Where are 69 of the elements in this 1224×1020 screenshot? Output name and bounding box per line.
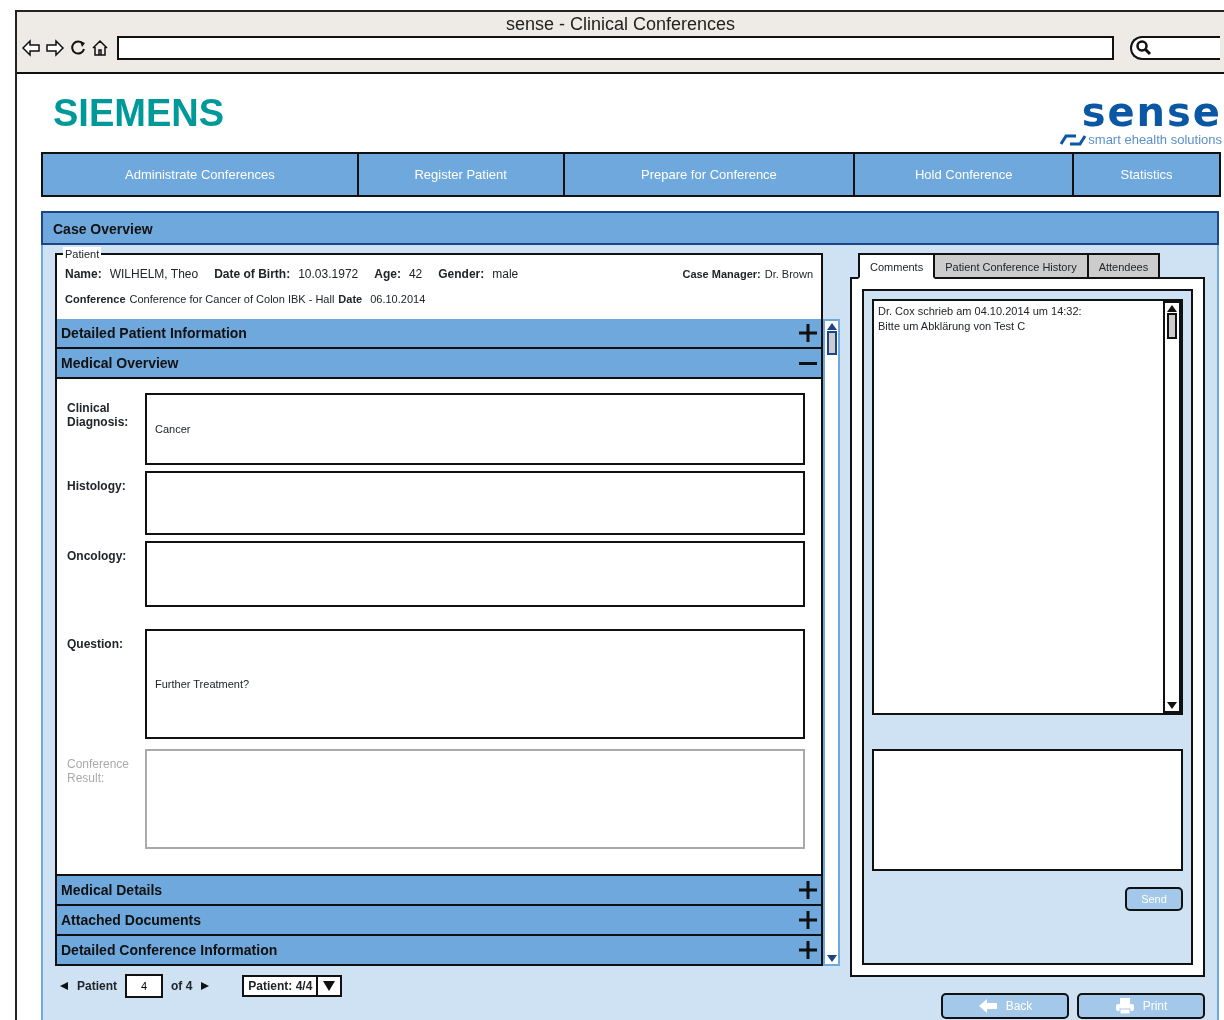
back-icon[interactable] (21, 38, 41, 58)
expand-icon[interactable] (799, 324, 817, 342)
page-field[interactable]: 4 (125, 974, 163, 998)
dropdown-caret-icon (322, 980, 337, 992)
section-header[interactable]: Attached Documents (55, 904, 823, 936)
expand-icon[interactable] (799, 941, 817, 959)
tab[interactable]: Attendees (1086, 253, 1161, 279)
patient-legend: Patient (63, 247, 102, 261)
expand-icon[interactable] (799, 911, 817, 929)
scrollbar-thumb[interactable] (826, 331, 837, 355)
field-label: Date (338, 292, 363, 307)
tab[interactable]: Comments (858, 253, 936, 279)
text-area[interactable] (145, 471, 805, 535)
field-label: Histology: (67, 478, 127, 495)
patient-select[interactable]: Patient: 4/4 (242, 975, 343, 997)
logo-tagline: smart ehealth solutions (1088, 131, 1222, 149)
field-label: Conference Result: (67, 756, 131, 787)
window-title: sense - Clinical Conferences (504, 13, 737, 36)
pager-label: Patient (77, 978, 117, 995)
field-value: Conference for Cancer of Colon IBK - Hall (129, 292, 335, 307)
home-icon[interactable] (91, 39, 109, 57)
field-value: WILHELM, Theo (109, 266, 199, 283)
address-field[interactable] (117, 36, 1114, 60)
chain-link-icon (1058, 133, 1089, 146)
section-header[interactable]: Detailed Conference Information (55, 934, 823, 966)
field-label: Clinical Diagnosis: (67, 400, 130, 431)
comment-text: Dr. Cox schrieb am 04.10.2014 um 14:32: (878, 304, 1083, 319)
section-header[interactable]: Medical Details (55, 874, 823, 906)
scroll-down-icon[interactable] (825, 954, 838, 964)
next-icon[interactable] (200, 981, 211, 991)
expand-icon[interactable] (799, 881, 817, 899)
previous-icon[interactable] (59, 981, 69, 991)
field-label: Oncology: (67, 548, 128, 565)
field-label: Date of Birth: (214, 266, 291, 283)
pager-count: of 4 (171, 978, 193, 995)
forward-icon[interactable] (45, 38, 65, 58)
section-title: Detailed Conference Information (61, 940, 278, 960)
siemens-logo: SIEMENS (53, 94, 225, 132)
field-label: Case Manager: (682, 266, 761, 282)
field-value: Dr. Brown (764, 266, 813, 282)
field-value: male (492, 266, 519, 283)
field-value: 42 (408, 266, 423, 283)
field-label: Name: (65, 266, 102, 283)
arrow-left-icon (977, 998, 998, 1014)
section-header: Case Overview (41, 211, 1219, 245)
text-area[interactable]: Cancer (145, 393, 805, 465)
text-area[interactable]: Further Treatment? (145, 629, 805, 739)
section-title: Medical Details (61, 880, 163, 900)
reply-field[interactable] (872, 749, 1183, 871)
field-value: 06.10.2014 (370, 292, 426, 307)
field-label: Age: (374, 266, 401, 283)
section-title: Medical Overview (61, 353, 179, 373)
text-area[interactable] (145, 541, 805, 607)
section-title: Attached Documents (61, 910, 202, 930)
section-title: Detailed Patient Information (61, 323, 247, 343)
section-header[interactable]: Medical Overview (55, 347, 823, 379)
field-label: Gender: (438, 266, 485, 283)
field-label: Conference (65, 292, 126, 307)
field-value: 10.03.1972 (298, 266, 359, 283)
printer-icon (1114, 997, 1135, 1015)
refresh-icon[interactable] (69, 39, 87, 57)
sense-logo: sense (1081, 94, 1222, 130)
field-label: Question: (67, 636, 124, 653)
search-icon (1136, 40, 1152, 56)
comment-text: Bitte um Abklärung von Test C (878, 319, 1027, 334)
tab[interactable]: Patient Conference History (933, 253, 1089, 279)
scrollbar-thumb[interactable] (1167, 313, 1177, 339)
search-field[interactable] (1130, 36, 1220, 60)
scroll-down-icon[interactable] (1166, 701, 1178, 711)
